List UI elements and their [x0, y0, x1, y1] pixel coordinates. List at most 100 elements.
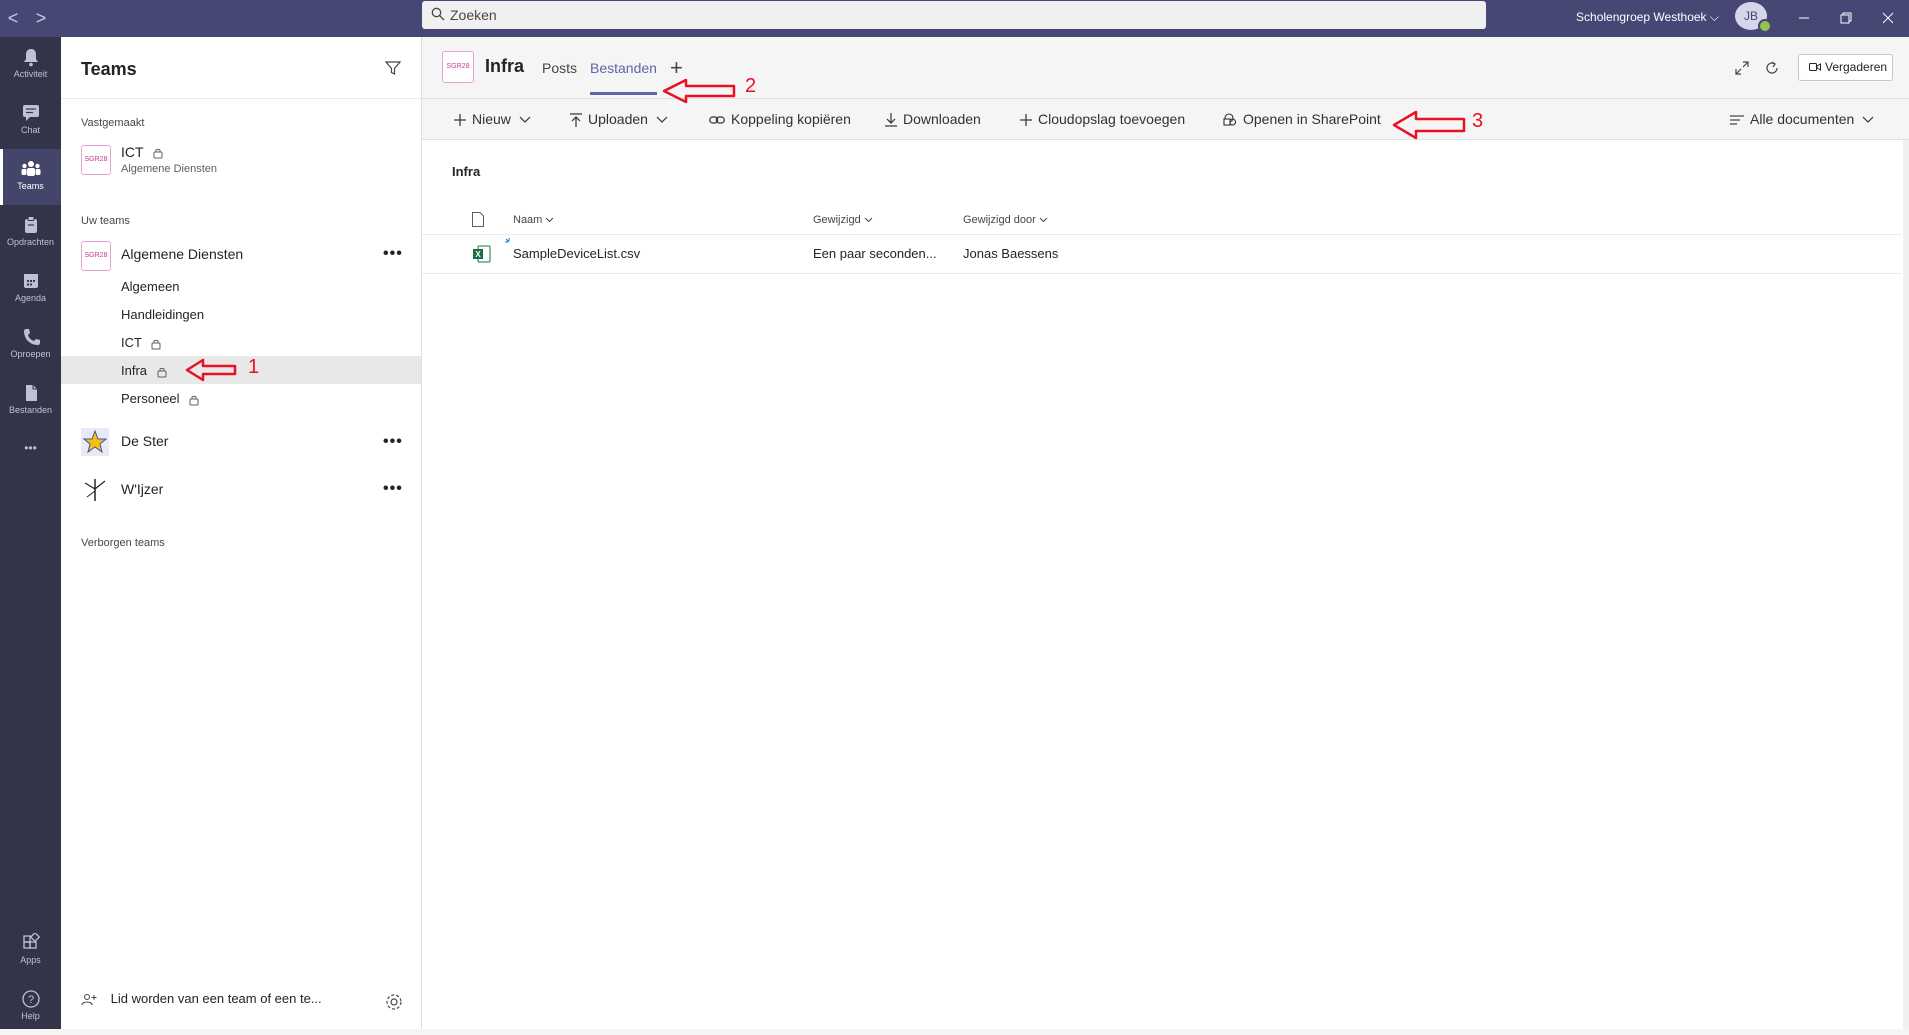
appbar-teams[interactable]: Teams — [0, 149, 61, 205]
column-header-modified-by[interactable]: Gewijzigd door — [963, 214, 1048, 226]
appbar-apps[interactable]: Apps — [0, 923, 61, 979]
refresh-icon[interactable] — [1764, 60, 1780, 76]
appbar-label: Activiteit — [13, 69, 48, 79]
forward-button[interactable]: > — [31, 6, 51, 30]
presence-icon — [1758, 19, 1772, 33]
chat-icon — [20, 103, 42, 123]
appbar-activity[interactable]: Activiteit — [0, 37, 61, 93]
new-file-indicator-icon — [505, 238, 513, 246]
open-sharepoint-button[interactable]: Openen in SharePoint — [1223, 111, 1381, 127]
file-name[interactable]: SampleDeviceList.csv — [513, 246, 640, 261]
channel-infra[interactable]: Infra — [121, 363, 167, 378]
restore-icon[interactable] — [1834, 6, 1858, 30]
join-team-button[interactable]: Lid worden van een team of een te... — [81, 991, 322, 1007]
lock-icon — [157, 366, 167, 378]
expand-icon[interactable] — [1734, 60, 1750, 76]
new-button[interactable]: Nieuw — [454, 111, 531, 127]
title-bar: < > Zoeken Scholengroep Westhoek ⌵ JB — [0, 0, 1909, 37]
plus-icon — [1020, 114, 1032, 127]
annotation-arrow-icon — [185, 358, 237, 382]
channel-personeel[interactable]: Personeel — [121, 391, 199, 406]
appbar-calendar[interactable]: Agenda — [0, 261, 61, 317]
more-apps-button[interactable]: ••• — [0, 441, 61, 455]
channel-label: ICT — [121, 335, 142, 350]
search-input[interactable]: Zoeken — [422, 1, 1486, 29]
channel-label: ICT — [121, 144, 144, 160]
appbar-assignments[interactable]: Opdrachten — [0, 205, 61, 261]
chevron-down-icon — [656, 116, 668, 124]
join-team-label: Lid worden van een team of een te... — [110, 991, 322, 1006]
gear-icon[interactable] — [385, 993, 403, 1011]
team-more-button[interactable]: ••• — [383, 480, 403, 498]
pinned-label: Vastgemaakt — [81, 117, 145, 129]
hidden-teams-label[interactable]: Verborgen teams — [81, 537, 165, 549]
channel-algemeen[interactable]: Algemeen — [121, 279, 180, 294]
chevron-down-icon — [1039, 217, 1048, 223]
filter-icon[interactable] — [385, 60, 401, 76]
channel-handleidingen[interactable]: Handleidingen — [121, 307, 204, 322]
team-algemene-diensten[interactable]: Algemene Diensten — [121, 246, 243, 262]
tab-bestanden[interactable]: Bestanden — [590, 60, 657, 76]
scrollbar[interactable] — [1903, 140, 1909, 1029]
view-label: Alle documenten — [1750, 111, 1855, 127]
wijzer-logo — [81, 475, 109, 503]
files-toolbar: Nieuw Uploaden Koppeling kopiëren Downlo… — [422, 99, 1909, 140]
app-bar: Activiteit Chat Teams Opdrachten Agenda … — [0, 37, 61, 1029]
selected-channel-row[interactable] — [61, 356, 421, 384]
appbar-label: Oproepen — [10, 349, 51, 359]
upload-label: Uploaden — [588, 111, 648, 127]
team-more-button[interactable]: ••• — [383, 433, 403, 451]
download-label: Downloaden — [903, 111, 981, 127]
add-cloud-label: Cloudopslag toevoegen — [1038, 111, 1186, 127]
plus-icon — [454, 114, 466, 127]
appbar-label: Bestanden — [8, 405, 53, 415]
org-switcher[interactable]: Scholengroep Westhoek ⌵ — [1576, 10, 1719, 25]
column-header-name[interactable]: Naam — [513, 214, 554, 226]
appbar-label: Teams — [17, 181, 44, 191]
team-wijzer[interactable]: W'Ijzer — [121, 481, 163, 497]
excel-icon: X — [473, 245, 491, 263]
team-more-button[interactable]: ••• — [383, 245, 403, 263]
minimize-icon[interactable] — [1792, 6, 1816, 30]
appbar-help[interactable]: ? Help — [0, 979, 61, 1035]
download-button[interactable]: Downloaden — [885, 111, 981, 127]
divider — [61, 98, 421, 99]
file-modified: Een paar seconden... — [813, 246, 937, 261]
column-header-modified[interactable]: Gewijzigd — [813, 214, 873, 226]
channel-ict[interactable]: ICT — [121, 335, 161, 350]
pinned-channel-ict[interactable]: ICT — [121, 144, 163, 160]
de-ster-logo — [81, 428, 109, 456]
appbar-calls[interactable]: Oproepen — [0, 317, 61, 373]
panel-title: Teams — [81, 59, 137, 79]
lock-icon — [153, 147, 163, 159]
copy-link-button[interactable]: Koppeling kopiëren — [709, 111, 851, 127]
bell-icon — [20, 47, 42, 67]
chevron-down-icon — [864, 217, 873, 223]
appbar-chat[interactable]: Chat — [0, 93, 61, 149]
apps-icon — [20, 933, 42, 953]
help-icon: ? — [20, 989, 42, 1009]
channel-header: SGR28 Infra Posts Bestanden + Vergaderen — [422, 37, 1909, 99]
meet-button[interactable]: Vergaderen — [1798, 54, 1893, 81]
annotation-arrow-icon — [662, 78, 736, 104]
new-label: Nieuw — [472, 111, 511, 127]
download-icon — [885, 113, 897, 127]
search-icon — [431, 7, 445, 21]
upload-button[interactable]: Uploaden — [570, 111, 668, 128]
appbar-label: Help — [21, 1011, 40, 1021]
team-de-ster[interactable]: De Ster — [121, 433, 168, 449]
annotation-number: 1 — [248, 356, 260, 378]
upload-icon — [570, 113, 582, 128]
add-cloud-storage-button[interactable]: Cloudopslag toevoegen — [1020, 111, 1185, 127]
back-button[interactable]: < — [3, 6, 23, 30]
table-row[interactable]: X SampleDeviceList.csv Een paar seconden… — [422, 235, 1902, 274]
files-content: Infra Naam Gewijzigd Gewijzigd door X Sa… — [422, 140, 1909, 1029]
tab-posts[interactable]: Posts — [542, 60, 577, 76]
view-selector[interactable]: Alle documenten — [1730, 111, 1874, 127]
annotation-number: 3 — [1472, 110, 1484, 132]
team-avatar: SGR28 — [81, 145, 111, 175]
breadcrumb[interactable]: Infra — [452, 164, 480, 179]
appbar-files[interactable]: Bestanden — [0, 373, 61, 429]
svg-text:X: X — [475, 250, 481, 259]
close-icon[interactable] — [1876, 6, 1900, 30]
